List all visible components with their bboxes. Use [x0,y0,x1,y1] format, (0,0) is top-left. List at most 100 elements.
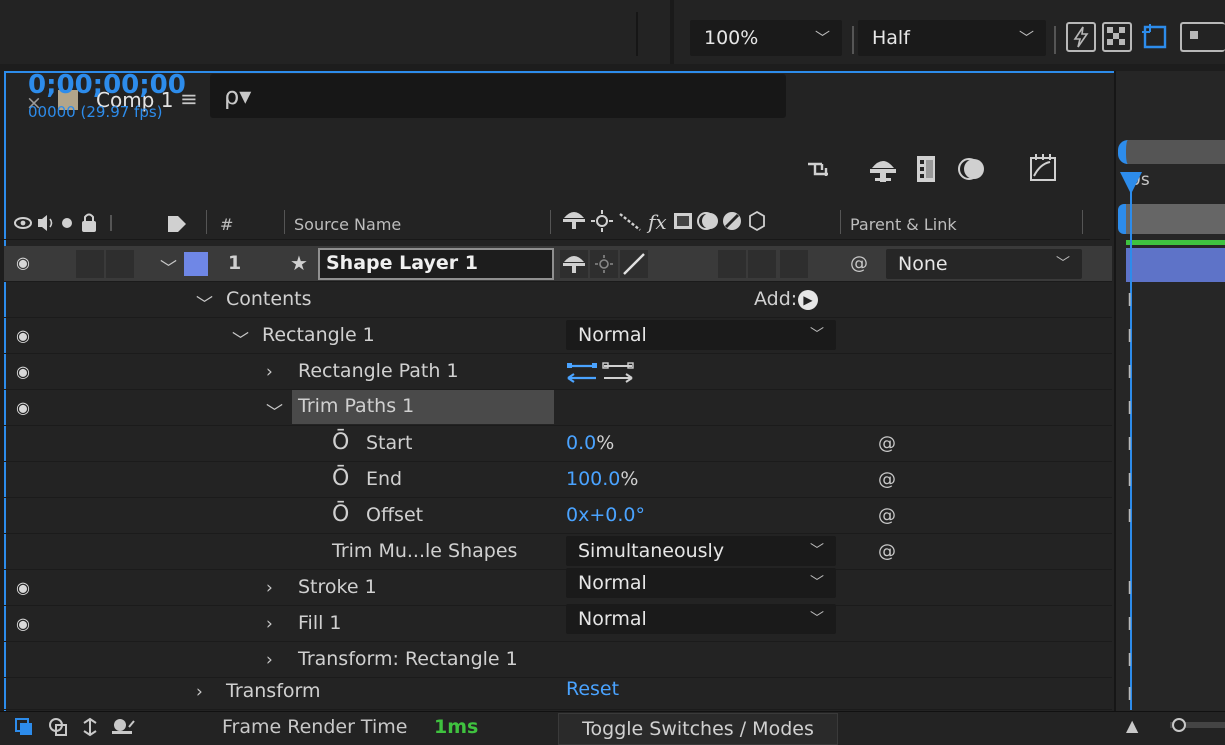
layer-name-field[interactable]: Shape Layer 1 [318,248,554,280]
chevron-down-icon: ﹀ [1018,29,1034,47]
mask-visibility-icon[interactable] [1180,22,1225,52]
trim-multiple-dropdown[interactable]: Simultaneously ﹀ [566,536,836,566]
region-of-interest-icon[interactable] [1140,22,1170,52]
effect-switch[interactable] [748,250,776,278]
layer-switches[interactable] [560,250,654,278]
resolution-dropdown[interactable]: Half ﹀ [858,20,1046,56]
pickwhip-icon[interactable]: @ [878,541,896,562]
column-parent-link-label[interactable]: Parent & Link [850,215,957,234]
eye-icon[interactable]: ◉ [16,326,30,345]
render-time-icon[interactable] [110,717,136,737]
stopwatch-icon[interactable]: Ō [332,430,349,455]
zoom-slider-handle[interactable] [1172,718,1186,732]
stroke-row[interactable]: ◉ › Stroke 1 Normal ﹀ [4,568,1112,606]
rectangle-blend-dropdown[interactable]: Normal ﹀ [566,320,836,350]
column-source-name-label[interactable]: Source Name [294,215,401,234]
start-row[interactable]: Ō Start 0.0% @ [4,426,1112,462]
work-area-bar[interactable] [1118,204,1225,234]
layer-duration-bar[interactable] [1126,248,1225,282]
chevron-down-icon: ﹀ [810,327,824,343]
zoom-dropdown[interactable]: 100% ﹀ [690,20,842,56]
offset-row[interactable]: Ō Offset 0x+0.0° @ [4,498,1112,534]
toggle-switches-modes-button[interactable]: Toggle Switches / Modes [558,713,838,745]
offset-value[interactable]: 0x+0.0° [566,504,645,526]
motion-blur-icon[interactable] [958,154,988,184]
eye-icon[interactable]: ◉ [16,253,30,272]
chevron-right-icon[interactable]: › [266,362,273,382]
column-separator [284,210,285,234]
pickwhip-icon[interactable]: @ [850,253,868,274]
layer-search-input[interactable] [210,74,786,118]
transform-rectangle-row[interactable]: › Transform: Rectangle 1 [4,642,1112,678]
fill-row[interactable]: ◉ › Fill 1 Normal ﹀ [4,604,1112,642]
current-time-display[interactable]: 0;00;00;00 [28,70,186,100]
audio-switch[interactable] [76,250,104,278]
render-bar [1126,240,1225,245]
shy-layers-icon[interactable] [868,156,898,184]
start-value[interactable]: 0.0% [566,432,614,454]
chevron-right-icon[interactable]: › [266,650,273,670]
switches-header: fx [562,208,832,234]
solo-switch[interactable] [106,250,134,278]
pickwhip-icon[interactable]: @ [878,505,896,526]
pickwhip-icon[interactable]: @ [878,433,896,454]
chevron-down-icon[interactable]: ﹀ [196,290,213,315]
column-number-label: # [220,215,234,234]
toolbar-divider [852,26,854,54]
stopwatch-icon[interactable]: Ō [332,502,349,527]
transparency-grid-icon[interactable] [1102,22,1132,52]
parent-dropdown[interactable]: None ﹀ [886,249,1082,279]
chevron-down-icon[interactable]: ﹀ [160,254,177,279]
layer-label-swatch[interactable] [184,252,208,276]
transfer-controls-icon[interactable] [48,717,68,737]
column-separator [1082,210,1083,234]
property-bar-icon: I [1127,398,1133,419]
end-row[interactable]: Ō End 100.0% @ [4,462,1112,498]
stroke-blend-dropdown[interactable]: Normal ﹀ [566,568,836,598]
trim-multiple-value: Simultaneously [578,540,725,562]
chevron-right-icon[interactable]: › [266,578,273,598]
eye-icon[interactable]: ◉ [16,398,30,417]
trim-multiple-label: Trim Mu...le Shapes [332,540,518,562]
adjustment-switch[interactable] [780,250,808,278]
contents-row[interactable]: ﹀ Contents Add: ▶ [4,282,1112,318]
eye-icon[interactable]: ◉ [16,362,30,381]
layer-row[interactable]: ◉ ﹀ 1 ★ Shape Layer 1 @ None ﹀ [4,246,1112,282]
graph-editor-icon[interactable] [1028,152,1058,184]
frame-blending-icon[interactable] [914,154,940,184]
transform-reset-link[interactable]: Reset [566,678,619,700]
trim-multiple-row[interactable]: Trim Mu...le Shapes Simultaneously ﹀ @ [4,534,1112,570]
time-navigator[interactable] [1118,140,1225,164]
eye-icon[interactable]: ◉ [16,614,30,633]
end-value[interactable]: 100.0% [566,468,638,490]
property-bar-icon: I [1127,650,1133,671]
fill-blend-dropdown[interactable]: Normal ﹀ [566,604,836,634]
trim-paths-label: Trim Paths 1 [298,395,415,417]
transform-row[interactable]: › Transform Reset [4,674,1112,710]
path-direction-icon[interactable] [566,360,636,384]
start-label: Start [366,432,413,454]
in-out-stretch-icon[interactable] [80,717,100,737]
rectangle-row[interactable]: ◉ ﹀ Rectangle 1 Normal ﹀ [4,318,1112,354]
stopwatch-icon[interactable]: Ō [332,466,349,491]
add-play-icon[interactable]: ▶ [798,290,818,310]
rectangle-path-row[interactable]: ◉ › Rectangle Path 1 [4,354,1112,390]
pickwhip-icon[interactable]: @ [878,469,896,490]
transform-label: Transform [226,680,321,702]
chevron-right-icon[interactable]: › [266,614,273,634]
composition-flowchart-icon[interactable] [806,160,830,180]
fast-previews-icon[interactable] [1066,22,1096,52]
quality-switch[interactable] [718,250,746,278]
chevron-down-icon[interactable]: ﹀ [232,326,249,351]
layer-switches-toggle-icon[interactable] [14,717,34,737]
property-bar-icon: I [1127,506,1133,527]
trim-paths-row[interactable]: ◉ ﹀ Trim Paths 1 [4,390,1112,426]
add-label[interactable]: Add: [754,288,797,310]
playhead-icon[interactable] [1120,172,1142,194]
zoom-out-icon[interactable]: ▲ [1126,716,1138,735]
chevron-down-icon: ﹀ [814,29,830,47]
chevron-right-icon[interactable]: › [196,682,203,702]
chevron-down-icon[interactable]: ﹀ [266,398,283,423]
property-bar-icon: I [1127,362,1133,383]
eye-icon[interactable]: ◉ [16,578,30,597]
